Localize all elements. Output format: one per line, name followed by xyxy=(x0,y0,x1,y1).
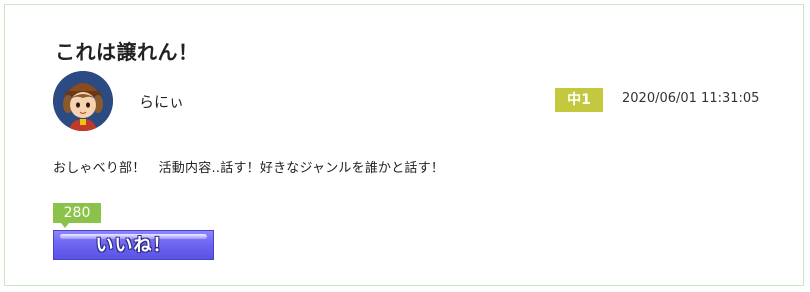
like-count-tail xyxy=(61,223,69,228)
like-button-label: いいね！ xyxy=(95,235,172,256)
author-name[interactable]: らにぃ xyxy=(139,91,184,112)
grade-badge: 中1 xyxy=(555,88,603,112)
post-title: これは譲れん！ xyxy=(55,40,199,64)
post-body: おしゃべり部！ 活動内容‥話す！好きなジャンルを誰かと話す！ xyxy=(53,161,445,176)
like-count-badge: 280 xyxy=(53,203,101,223)
post-timestamp: 2020/06/01 11:31:05 xyxy=(622,91,760,106)
post-card: これは譲れん！ らにぃ 中1 2020/06/01 11:31:05 おしゃべり… xyxy=(4,4,804,286)
like-button[interactable]: いいね！ xyxy=(53,230,214,260)
user-avatar-icon[interactable] xyxy=(53,71,113,131)
